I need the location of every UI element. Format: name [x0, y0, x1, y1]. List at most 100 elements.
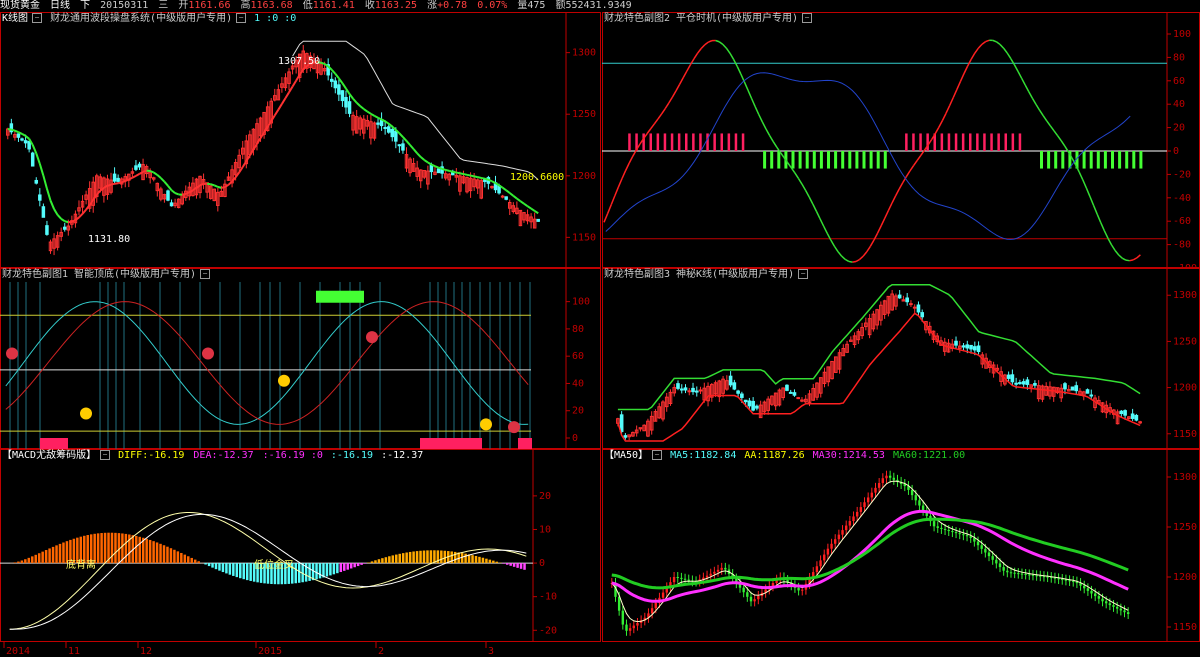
timing-osc-line — [725, 47, 731, 54]
collapse-icon[interactable]: − — [798, 269, 809, 279]
timing-osc-line — [956, 81, 962, 90]
ma50-candle — [936, 526, 939, 528]
kline-ma-line — [412, 148, 418, 154]
ma50-candle — [1046, 576, 1049, 578]
close-timing-title-text[interactable]: 财龙特色副图2 平仓时机(中级版用户专用) — [604, 13, 798, 24]
ma50-title-text[interactable]: 【MA50】 — [604, 450, 648, 461]
timing-blue-line — [605, 72, 1131, 240]
mystery-candle — [788, 391, 793, 394]
ma50-candle — [654, 602, 657, 609]
kline-ma-line — [402, 136, 408, 142]
timing-green-bar — [777, 151, 781, 169]
ma50-candle — [683, 578, 687, 580]
mystery-kline-chart[interactable]: 1300 1250 1200 1150 — [602, 268, 1200, 449]
ma50-panel[interactable]: 1300 1250 1200 1150 【MA50】 − MA5:1182.84 AA:… — [602, 449, 1200, 642]
ma5-value: MA5:1182.84 — [670, 450, 737, 461]
ma50-candle — [742, 587, 745, 593]
kline-ma-line — [281, 97, 287, 105]
kline-ma-line — [110, 182, 115, 186]
bottom-red-block — [420, 438, 482, 449]
kline-chart[interactable]: 1300 1250 1200 1150 1307.50 1131.80 1200.6600 — [0, 12, 601, 268]
collapse-icon[interactable]: − — [652, 450, 663, 460]
timing-green-bar — [841, 151, 845, 169]
ma50-candle — [757, 595, 760, 600]
timing-osc-line — [624, 162, 630, 171]
kline-ma-line — [138, 170, 144, 175]
kline-ma-line — [420, 156, 425, 161]
close-timing-chart[interactable]: 100806040200-20-40-60-80-100 — [602, 12, 1200, 268]
kline-ma-line — [42, 175, 48, 189]
kline-candle — [337, 84, 341, 95]
timing-osc-line — [1060, 140, 1066, 147]
mystery-candle — [961, 345, 966, 348]
ma50-candle — [650, 608, 654, 614]
macd-value-1: :-16.19 :0 — [262, 450, 323, 461]
ma30-line — [611, 509, 1129, 603]
collapse-icon[interactable]: − — [200, 269, 211, 279]
ma50-chart[interactable]: 1300 1250 1200 1150 — [602, 449, 1200, 642]
timing-osc-line — [1006, 52, 1012, 59]
kline-ma-line — [463, 173, 468, 176]
ma50-candle — [1002, 567, 1005, 571]
mystery-candle — [972, 346, 977, 351]
timing-green-bar — [1054, 151, 1058, 169]
ma50-candle — [980, 545, 983, 549]
timing-osc-line — [837, 251, 843, 257]
kline-ma-line — [359, 105, 365, 110]
ma50-candle — [984, 548, 987, 553]
macd-chart[interactable]: 20 10 0 -10 -20 底背离 低位金叉 — [0, 449, 601, 642]
mystery-kline-panel[interactable]: 1300 1250 1200 1150 财龙特色副图3 神秘K线(中级版用户专用) − — [602, 268, 1200, 449]
timing-red-bar — [912, 133, 915, 151]
x-tick-label: 2 — [378, 646, 384, 657]
kline-ma-line — [320, 61, 325, 65]
timing-osc-line — [786, 162, 792, 169]
macd-panel[interactable]: 20 10 0 -10 -20 底背离 低位金叉 【MACD尤敌筹码版】 − DIFF:-16… — [0, 449, 601, 642]
mystery-candle — [683, 387, 688, 391]
ma50-candle — [1126, 612, 1130, 614]
smart-top-bottom-title-text[interactable]: 财龙特色副图1 智能顶底(中级版用户专用) — [2, 269, 196, 280]
kline-indicator-name[interactable]: 财龙通用波段操盘系统(中级版用户专用) — [50, 13, 232, 24]
collapse-icon[interactable]: − — [236, 13, 247, 23]
macd-y-label: -10 — [539, 592, 557, 603]
ma50-candle — [892, 477, 896, 480]
kline-panel[interactable]: 1300 1250 1200 1150 1307.50 1131.80 1200.6600 … — [0, 12, 601, 268]
close-timing-panel[interactable]: 100806040200-20-40-60-80-100 财龙特色副图2 平仓时… — [602, 12, 1200, 268]
collapse-icon[interactable]: − — [100, 450, 111, 460]
timing-green-bar — [1040, 151, 1043, 169]
kline-ma-line — [21, 133, 27, 137]
kline-ma-line — [405, 140, 411, 146]
kline-ma-line — [182, 192, 186, 196]
timing-osc-line — [866, 245, 872, 253]
timing-osc-line — [646, 128, 652, 134]
x-tick-label: 11 — [68, 646, 80, 657]
ma50-candle — [1090, 590, 1093, 594]
smart-top-bottom-chart[interactable]: 100 80 60 40 20 0 — [0, 268, 601, 449]
kline-title: K线图 − 财龙通用波段操盘系统(中级版用户专用) − 1 :0 :0 — [2, 13, 298, 25]
timing-osc-line — [848, 260, 853, 263]
mystery-candle — [976, 345, 981, 353]
kline-candle — [16, 133, 21, 138]
timing-red-bar — [983, 133, 986, 151]
timing-red-bar — [656, 133, 660, 151]
top-marker — [366, 331, 378, 344]
macd-title-text[interactable]: 【MACD尤敌筹码版】 — [2, 450, 96, 461]
timing-osc-line — [963, 65, 969, 74]
collapse-icon[interactable]: − — [802, 13, 813, 23]
mystery-kline-title: 财龙特色副图3 神秘K线(中级版用户专用) − — [604, 269, 810, 281]
collapse-icon[interactable]: − — [32, 13, 43, 23]
high-label: 高1163.68 — [240, 0, 293, 11]
timing-red-bar — [685, 133, 688, 151]
macd-value-2: :-16.19 — [330, 450, 374, 461]
smart-top-bottom-panel[interactable]: 100 80 60 40 20 0 财龙特色副图1 智能顶底(中级版用户专用) − — [0, 268, 601, 449]
kline-ma-line — [398, 132, 404, 138]
mystery-candle — [747, 400, 752, 407]
kline-ma-line — [114, 182, 119, 185]
timing-green-bar — [869, 151, 873, 169]
timing-red-bar — [1018, 133, 1022, 151]
period-label[interactable]: 日线 — [50, 0, 70, 11]
timing-red-bar — [961, 133, 965, 151]
kline-candle — [34, 179, 39, 184]
mystery-kline-title-text[interactable]: 财龙特色副图3 神秘K线(中级版用户专用) — [604, 269, 794, 280]
mystery-y-label: 1150 — [1173, 429, 1197, 440]
kline-candle — [536, 218, 540, 222]
